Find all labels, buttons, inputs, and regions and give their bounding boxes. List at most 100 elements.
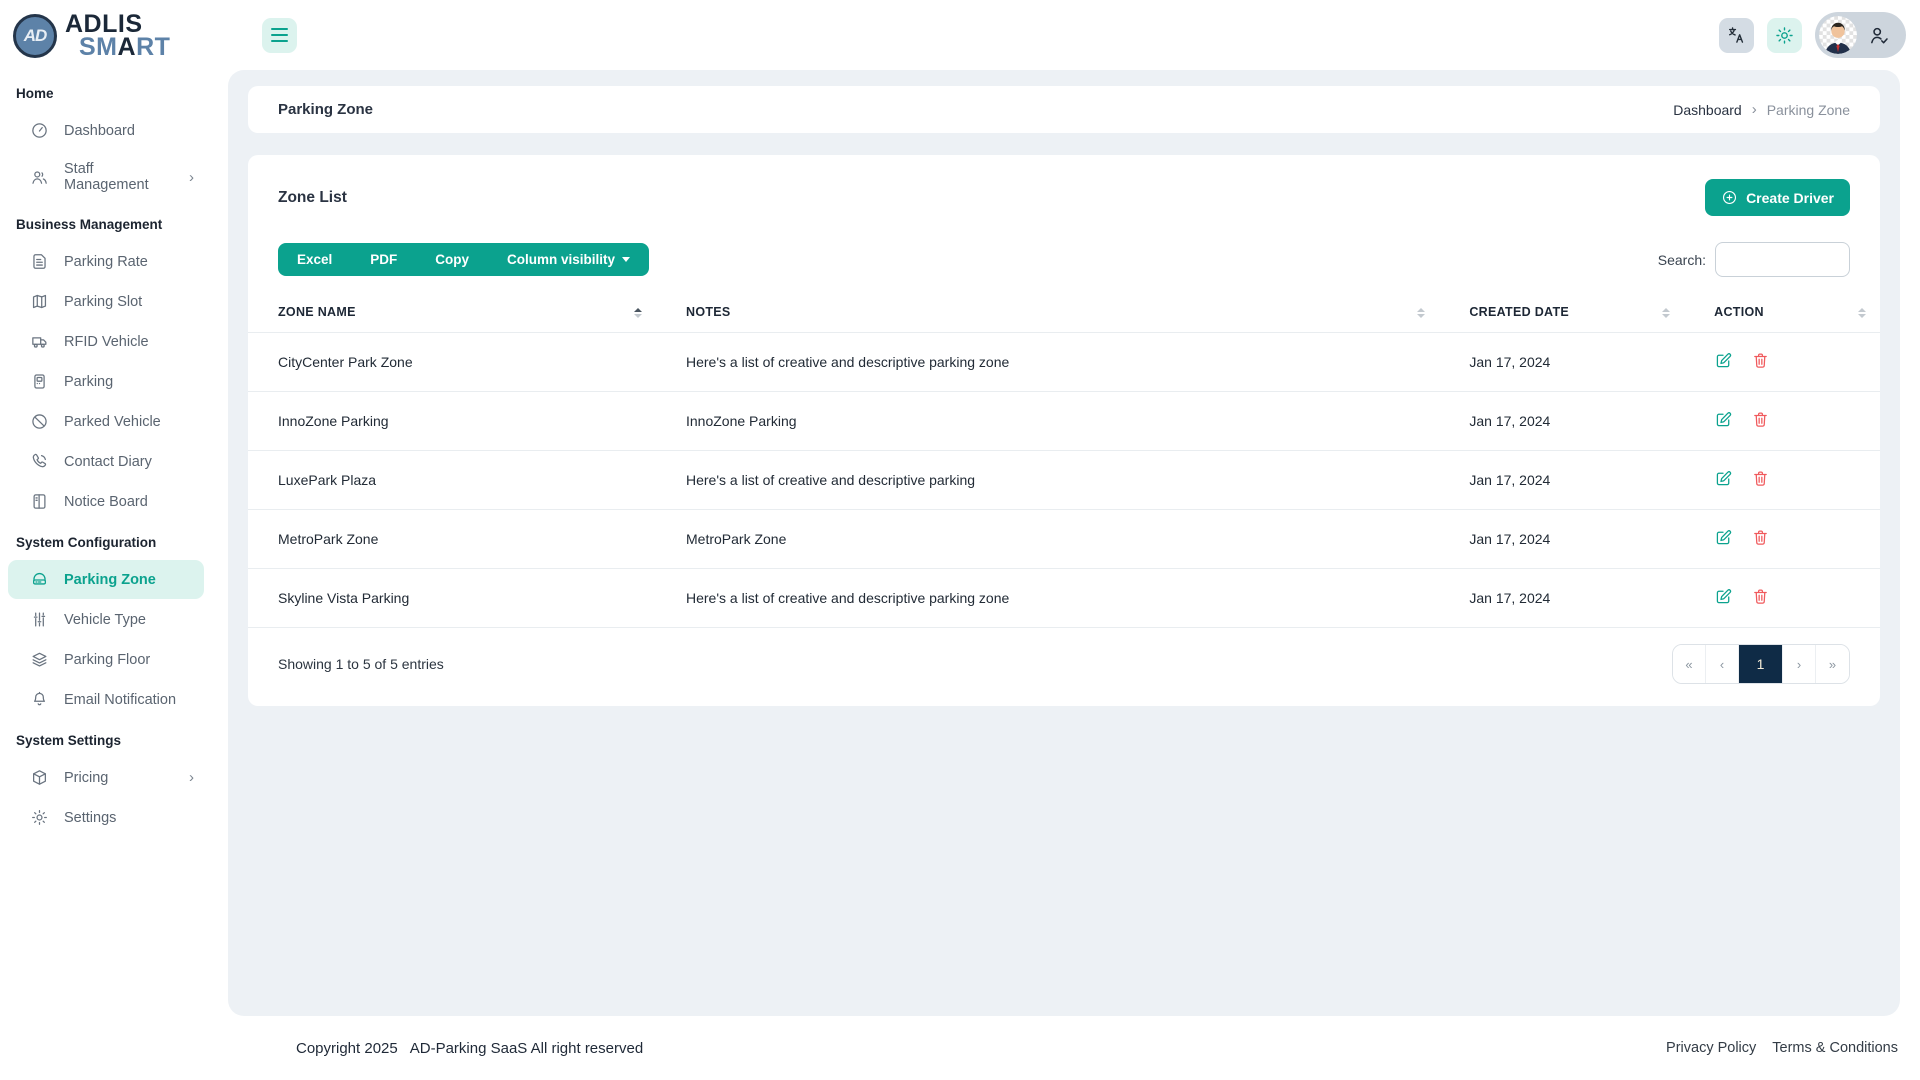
delete-button[interactable] <box>1751 410 1770 432</box>
journal-icon <box>30 492 49 511</box>
column-header-action[interactable]: ACTION <box>1684 293 1880 333</box>
sidebar-item-label: Dashboard <box>64 122 135 139</box>
edit-icon <box>1714 469 1733 488</box>
column-header-zone-name[interactable]: ZONE NAME <box>248 293 656 333</box>
zone-name-cell: InnoZone Parking <box>248 391 656 451</box>
brand-logo[interactable]: AD ADLIS SMART <box>0 0 212 73</box>
pagination: « ‹ 1 › » <box>1672 644 1850 684</box>
column-header-notes[interactable]: NOTES <box>656 293 1440 333</box>
sort-icon <box>1417 307 1426 318</box>
profile-menu[interactable] <box>1815 12 1906 58</box>
gear-icon <box>30 808 49 827</box>
sidebar-item-parking-floor[interactable]: Parking Floor <box>8 640 204 679</box>
truck-icon <box>30 332 49 351</box>
zone-list-card: Zone List Create Driver Excel PDF Copy Colu… <box>248 155 1880 706</box>
privacy-policy-link[interactable]: Privacy Policy <box>1666 1040 1756 1056</box>
page-title: Parking Zone <box>278 101 374 118</box>
action-cell <box>1684 391 1880 451</box>
table-header-row: ZONE NAME NOTES CREATED DATE ACTION <box>248 293 1880 333</box>
created-date-cell: Jan 17, 2024 <box>1439 568 1685 628</box>
edit-button[interactable] <box>1714 351 1733 373</box>
table-row: MetroPark Zone MetroPark Zone Jan 17, 20… <box>248 509 1880 569</box>
sidebar-item-staff-management[interactable]: Staff Management › <box>8 151 204 203</box>
notes-cell: Here's a list of creative and descriptiv… <box>656 568 1440 628</box>
trash-icon <box>1751 469 1770 488</box>
sidebar-item-parking-rate[interactable]: Parking Rate <box>8 242 204 281</box>
trash-icon <box>1751 410 1770 429</box>
trash-icon <box>1751 587 1770 606</box>
sidebar-item-pricing[interactable]: Pricing › <box>8 758 204 797</box>
sidebar-item-settings[interactable]: Settings <box>8 798 204 837</box>
table-row: LuxePark Plaza Here's a list of creative… <box>248 450 1880 510</box>
sidebar-nav: Home Dashboard Staff Management › Business M… <box>0 73 212 837</box>
action-cell <box>1684 568 1880 628</box>
sidebar-item-notice-board[interactable]: Notice Board <box>8 482 204 521</box>
search-label: Search: <box>1657 251 1706 268</box>
edit-button[interactable] <box>1714 587 1733 609</box>
meter-icon <box>30 372 49 391</box>
sidebar-item-label: Pricing <box>64 769 109 786</box>
terms-conditions-link[interactable]: Terms & Conditions <box>1772 1040 1898 1056</box>
zone-name-cell: Skyline Vista Parking <box>248 568 656 628</box>
sidebar-item-parked-vehicle[interactable]: Parked Vehicle <box>8 402 204 441</box>
sidebar-item-label: Staff Management <box>64 161 149 193</box>
copy-export-button[interactable]: Copy <box>416 243 489 276</box>
company-text: AD-Parking SaaS All right reserved <box>409 1039 644 1057</box>
menu-toggle-button[interactable] <box>262 17 297 53</box>
create-driver-button[interactable]: Create Driver <box>1705 179 1850 216</box>
sidebar-item-dashboard[interactable]: Dashboard <box>8 111 204 150</box>
settings-quick-button[interactable] <box>1767 17 1802 53</box>
copyright-text: Copyright 2025 <box>296 1039 398 1057</box>
chevron-right-icon: › <box>189 769 194 786</box>
sidebar-item-label: Parking <box>64 373 114 390</box>
trash-icon <box>1751 351 1770 370</box>
sidebar-item-rfid-vehicle[interactable]: RFID Vehicle <box>8 322 204 361</box>
pagination-prev-button[interactable]: ‹ <box>1706 645 1739 683</box>
sidebar-item-label: Parked Vehicle <box>64 413 161 430</box>
table-row: Skyline Vista Parking Here's a list of c… <box>248 568 1880 628</box>
created-date-cell: Jan 17, 2024 <box>1439 450 1685 510</box>
delete-button[interactable] <box>1751 528 1770 550</box>
column-header-created-date[interactable]: CREATED DATE <box>1439 293 1685 333</box>
sidebar-item-label: RFID Vehicle <box>64 333 149 350</box>
delete-button[interactable] <box>1751 351 1770 373</box>
sidebar-item-parking-slot[interactable]: Parking Slot <box>8 282 204 321</box>
sidebar-item-parking-zone[interactable]: Parking Zone <box>8 560 204 599</box>
table-body: CityCenter Park Zone Here's a list of cr… <box>248 332 1880 628</box>
delete-button[interactable] <box>1751 469 1770 491</box>
edit-button[interactable] <box>1714 528 1733 550</box>
bell-icon <box>30 690 49 709</box>
excel-export-button[interactable]: Excel <box>278 243 352 276</box>
sidebar-item-label: Contact Diary <box>64 453 152 470</box>
pagination-first-button[interactable]: « <box>1673 645 1706 683</box>
sidebar-item-vehicle-type[interactable]: Vehicle Type <box>8 600 204 639</box>
column-visibility-button[interactable]: Column visibility <box>488 243 650 276</box>
breadcrumb-dashboard-link[interactable]: Dashboard <box>1673 102 1742 118</box>
map-icon <box>30 292 49 311</box>
sidebar-item-label: Email Notification <box>64 691 177 708</box>
edit-button[interactable] <box>1714 410 1733 432</box>
edit-icon <box>1714 587 1733 606</box>
delete-button[interactable] <box>1751 587 1770 609</box>
language-button[interactable] <box>1719 17 1754 53</box>
pagination-last-button[interactable]: » <box>1816 645 1849 683</box>
zone-name-cell: LuxePark Plaza <box>248 450 656 510</box>
sidebar-item-parking[interactable]: Parking <box>8 362 204 401</box>
pdf-export-button[interactable]: PDF <box>351 243 417 276</box>
trash-icon <box>1751 528 1770 547</box>
sidebar-item-email-notification[interactable]: Email Notification <box>8 680 204 719</box>
brand-text: ADLIS SMART <box>65 12 170 60</box>
edit-button[interactable] <box>1714 469 1733 491</box>
card-title: Zone List <box>278 188 347 206</box>
notes-cell: Here's a list of creative and descriptiv… <box>656 450 1440 510</box>
search-input[interactable] <box>1715 242 1850 277</box>
content-panel: Parking Zone Dashboard › Parking Zone Zo… <box>228 70 1900 1016</box>
speedometer-icon <box>30 121 49 140</box>
export-button-group: Excel PDF Copy Column visibility <box>278 243 650 276</box>
topbar <box>212 0 1920 70</box>
sidebar-item-contact-diary[interactable]: Contact Diary <box>8 442 204 481</box>
sidebar: AD ADLIS SMART Home Dashboard Staff Manage… <box>0 0 212 1080</box>
pagination-next-button[interactable]: › <box>1783 645 1816 683</box>
action-cell <box>1684 332 1880 392</box>
pagination-page-1-button[interactable]: 1 <box>1739 645 1783 683</box>
